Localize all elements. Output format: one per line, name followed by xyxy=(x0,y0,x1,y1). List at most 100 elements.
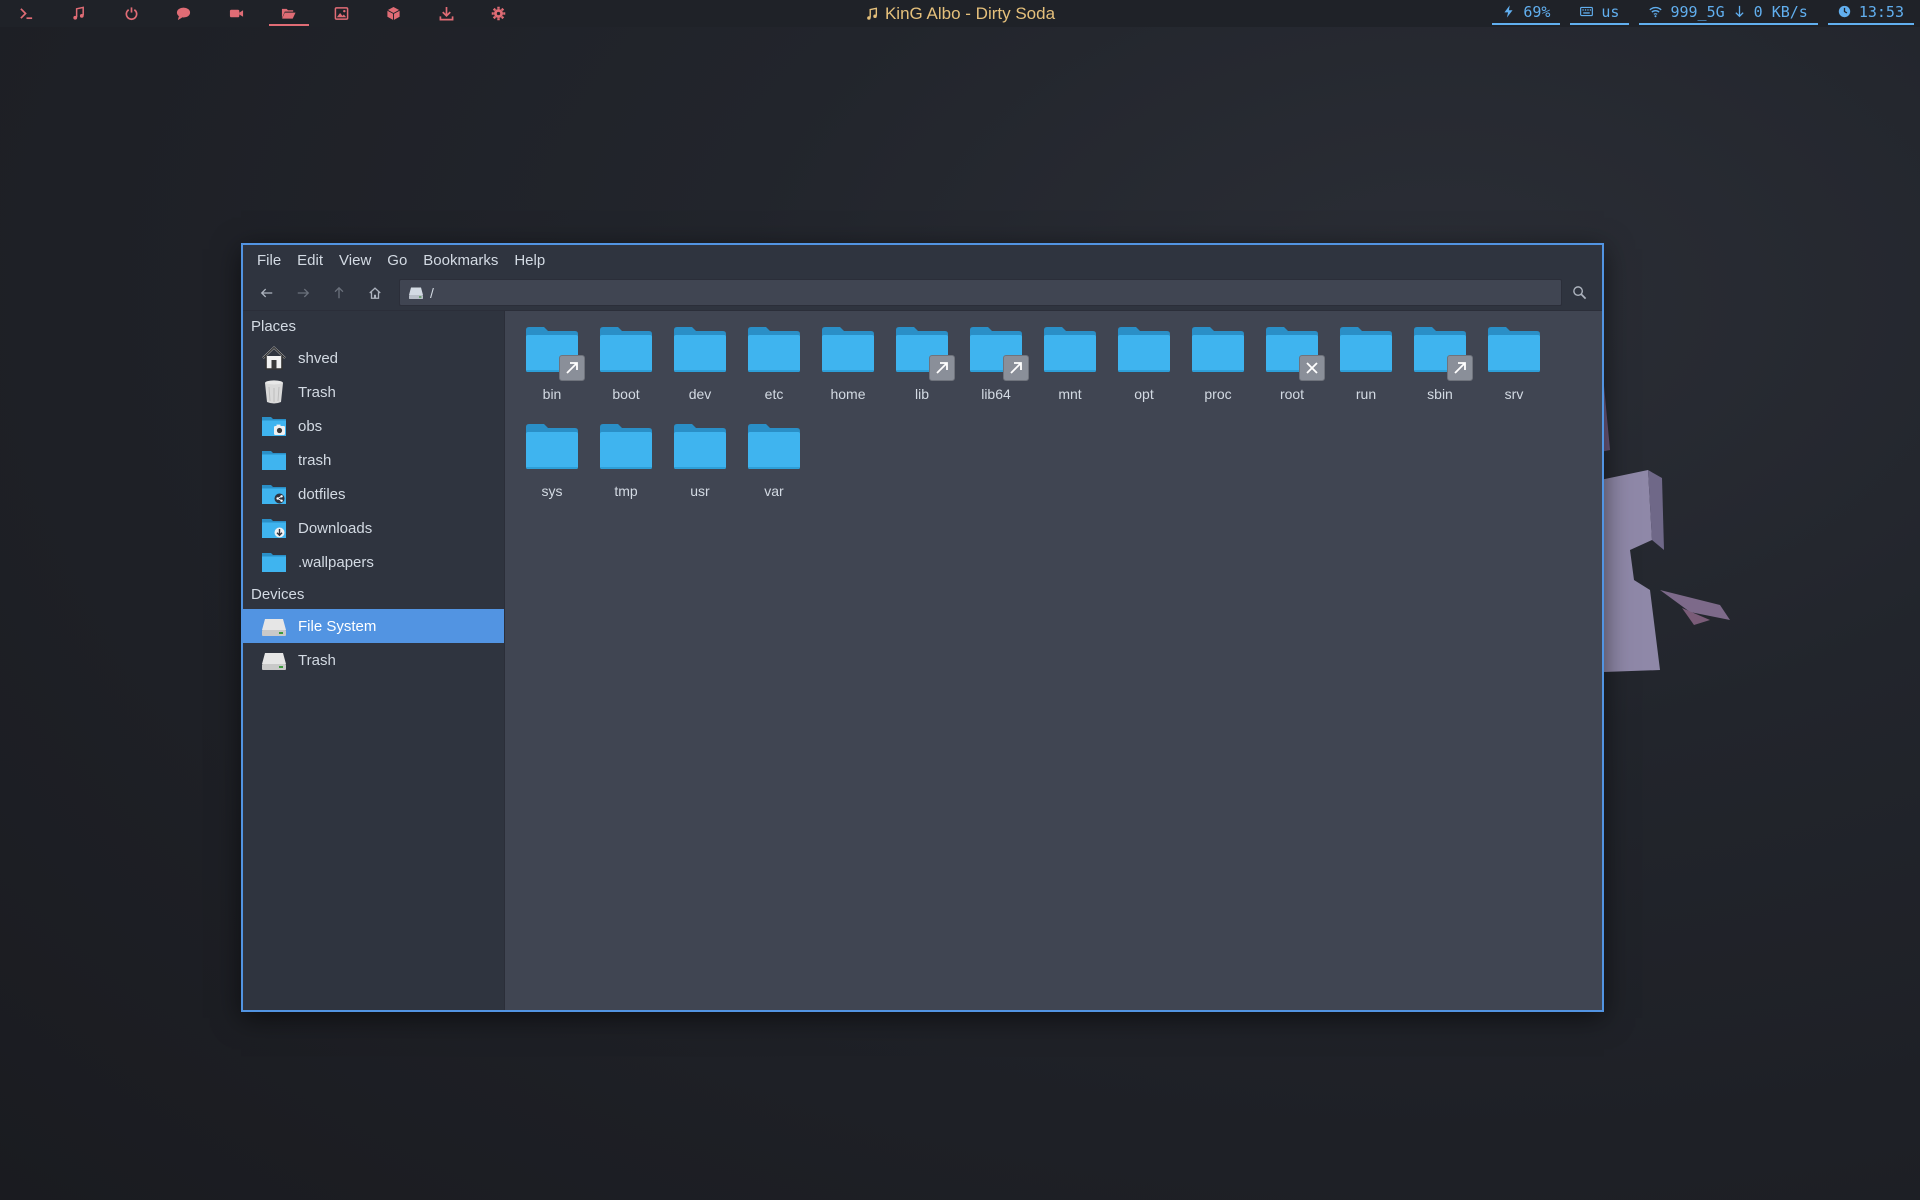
sidebar-item-trash-device[interactable]: Trash xyxy=(243,643,504,677)
menu-help[interactable]: Help xyxy=(506,248,553,273)
folder-icon xyxy=(671,418,729,476)
symlink-emblem-icon xyxy=(1003,355,1029,381)
folder-item[interactable]: lib xyxy=(885,321,959,418)
folder-item[interactable]: lib64 xyxy=(959,321,1033,418)
folder-item[interactable]: opt xyxy=(1107,321,1181,418)
workspace-music[interactable] xyxy=(53,0,106,27)
sidebar-item-trash-folder[interactable]: trash xyxy=(243,443,504,477)
folder-item[interactable]: dev xyxy=(663,321,737,418)
places-heading: Places xyxy=(251,317,297,335)
folder-item[interactable]: proc xyxy=(1181,321,1255,418)
workspace-terminal[interactable] xyxy=(0,0,53,27)
drive-icon xyxy=(260,646,288,674)
cube-icon xyxy=(387,6,401,21)
clock-time: 13:53 xyxy=(1858,2,1904,21)
folder-icon xyxy=(671,321,729,379)
menu-edit[interactable]: Edit xyxy=(289,248,331,273)
sidebar-item-label: Trash xyxy=(298,651,336,669)
download-icon xyxy=(439,6,454,21)
terminal-icon xyxy=(20,8,32,20)
sidebar-item-label: File System xyxy=(298,617,377,635)
sidebar-item-obs[interactable]: obs xyxy=(243,409,504,443)
sidebar-item-home[interactable]: shved xyxy=(243,341,504,375)
clock-status[interactable]: 13:53 xyxy=(1827,0,1914,25)
folder-item[interactable]: var xyxy=(737,418,811,515)
folder-icon xyxy=(1485,321,1543,379)
folder-share-icon xyxy=(260,480,288,508)
folder-item[interactable]: mnt xyxy=(1033,321,1107,418)
menu-file[interactable]: File xyxy=(249,248,289,273)
workspace-switcher xyxy=(0,0,525,27)
folder-item[interactable]: root xyxy=(1255,321,1329,418)
workspace-files[interactable] xyxy=(263,0,316,27)
sidebar-item-wallpapers[interactable]: .wallpapers xyxy=(243,545,504,579)
location-bar[interactable]: / xyxy=(399,279,1562,306)
workspace-power[interactable] xyxy=(105,0,158,27)
folder-item[interactable]: boot xyxy=(589,321,663,418)
workspace-chat[interactable] xyxy=(158,0,211,27)
keyboard-status[interactable]: us xyxy=(1570,0,1630,25)
folder-icon xyxy=(523,321,585,381)
folder-icon xyxy=(523,418,581,476)
home-button[interactable] xyxy=(357,278,393,308)
search-button[interactable] xyxy=(1562,278,1596,308)
back-button[interactable] xyxy=(249,278,285,308)
workspace-packages[interactable] xyxy=(368,0,421,27)
folder-item[interactable]: srv xyxy=(1477,321,1551,418)
sidebar-item-label: Trash xyxy=(298,383,336,401)
menu-view[interactable]: View xyxy=(331,248,379,273)
folder-name: etc xyxy=(764,386,784,402)
sidebar: Places shved Trash obs trash dotfiles Do… xyxy=(243,311,505,1010)
folder-name: opt xyxy=(1134,386,1154,402)
now-playing[interactable]: KinG Albo - Dirty Soda xyxy=(865,0,1055,27)
folder-name: lib xyxy=(914,386,929,402)
sidebar-item-file-system[interactable]: File System xyxy=(243,609,504,643)
symlink-emblem-icon xyxy=(1447,355,1473,381)
lightning-icon xyxy=(1504,5,1513,18)
workspace-video[interactable] xyxy=(210,0,263,27)
workspace-images[interactable] xyxy=(315,0,368,27)
drive-icon xyxy=(409,287,423,299)
folder-item[interactable]: etc xyxy=(737,321,811,418)
folder-item[interactable]: home xyxy=(811,321,885,418)
battery-status[interactable]: 69% xyxy=(1492,0,1561,25)
forward-button[interactable] xyxy=(285,278,321,308)
sidebar-item-trash[interactable]: Trash xyxy=(243,375,504,409)
sidebar-item-downloads[interactable]: Downloads xyxy=(243,511,504,545)
file-view[interactable]: bin boot dev etc home lib lib64 mnt opt … xyxy=(505,311,1602,1010)
up-button[interactable] xyxy=(321,278,357,308)
sidebar-item-label: obs xyxy=(298,417,323,435)
folder-name: sbin xyxy=(1427,386,1453,402)
folder-item[interactable]: run xyxy=(1329,321,1403,418)
wifi-ssid: 999_5G xyxy=(1670,2,1725,21)
folder-item[interactable]: sbin xyxy=(1403,321,1477,418)
folder-camera-icon xyxy=(260,412,288,440)
video-camera-icon xyxy=(229,9,243,18)
sidebar-item-dotfiles[interactable]: dotfiles xyxy=(243,477,504,511)
folder-download-icon xyxy=(260,514,288,542)
menu-bookmarks[interactable]: Bookmarks xyxy=(415,248,506,273)
image-icon xyxy=(334,7,349,20)
folder-name: lib64 xyxy=(981,386,1011,402)
power-icon xyxy=(125,7,138,21)
folder-item[interactable]: sys xyxy=(515,418,589,515)
folder-item[interactable]: bin xyxy=(515,321,589,418)
folder-name: bin xyxy=(542,386,562,402)
network-status[interactable]: 999_5G 0 KB/s xyxy=(1639,0,1818,25)
devices-heading: Devices xyxy=(251,585,305,603)
search-icon xyxy=(1572,286,1586,300)
sidebar-item-label: trash xyxy=(298,451,332,469)
window-body: Places shved Trash obs trash dotfiles Do… xyxy=(243,311,1602,1010)
workspace-downloads[interactable] xyxy=(420,0,473,27)
unreadable-emblem-icon xyxy=(1299,355,1325,381)
folder-icon xyxy=(260,446,288,474)
menu-go[interactable]: Go xyxy=(379,248,415,273)
now-playing-title: KinG Albo - Dirty Soda xyxy=(884,3,1056,23)
folder-icon xyxy=(260,548,288,576)
home-icon xyxy=(369,286,381,299)
symlink-emblem-icon xyxy=(929,355,955,381)
folder-item[interactable]: usr xyxy=(663,418,737,515)
folder-item[interactable]: tmp xyxy=(589,418,663,515)
workspace-settings[interactable] xyxy=(473,0,526,27)
sidebar-item-label: shved xyxy=(298,349,339,367)
